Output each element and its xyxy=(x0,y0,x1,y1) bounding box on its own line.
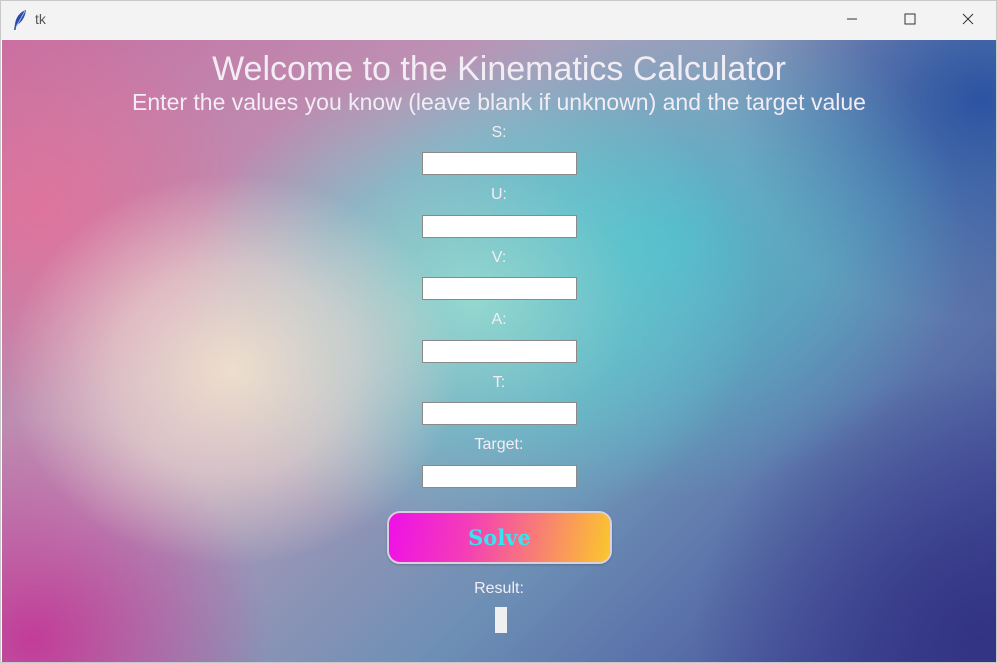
target-input[interactable] xyxy=(422,465,577,488)
t-input[interactable] xyxy=(422,402,577,425)
solve-button-label: Solve xyxy=(468,525,531,550)
s-input[interactable] xyxy=(422,152,577,175)
maximize-icon xyxy=(904,12,916,30)
v-label: V: xyxy=(491,249,507,266)
a-input[interactable] xyxy=(422,340,577,363)
minimize-icon xyxy=(846,12,858,30)
minimize-button[interactable] xyxy=(823,1,881,40)
result-label: Result: xyxy=(474,580,524,597)
instructions-text: Enter the values you know (leave blank i… xyxy=(132,89,866,115)
app-window: tk Welcome to the Kinematics Calculator … xyxy=(0,0,997,663)
maximize-button[interactable] xyxy=(881,1,939,40)
close-button[interactable] xyxy=(939,1,997,40)
t-label: T: xyxy=(492,374,506,391)
page-title: Welcome to the Kinematics Calculator xyxy=(212,50,786,88)
close-icon xyxy=(962,12,974,30)
u-label: U: xyxy=(491,186,507,203)
a-label: A: xyxy=(491,311,507,328)
u-input[interactable] xyxy=(422,215,577,238)
feather-icon xyxy=(11,9,29,31)
solve-button[interactable]: Solve xyxy=(387,511,612,564)
title-bar[interactable]: tk xyxy=(1,1,996,40)
target-label: Target: xyxy=(474,436,524,453)
v-input[interactable] xyxy=(422,277,577,300)
result-value xyxy=(495,607,507,633)
calculator-canvas: Welcome to the Kinematics Calculator Ent… xyxy=(2,40,996,662)
s-label: S: xyxy=(491,124,507,141)
window-title: tk xyxy=(35,11,46,27)
